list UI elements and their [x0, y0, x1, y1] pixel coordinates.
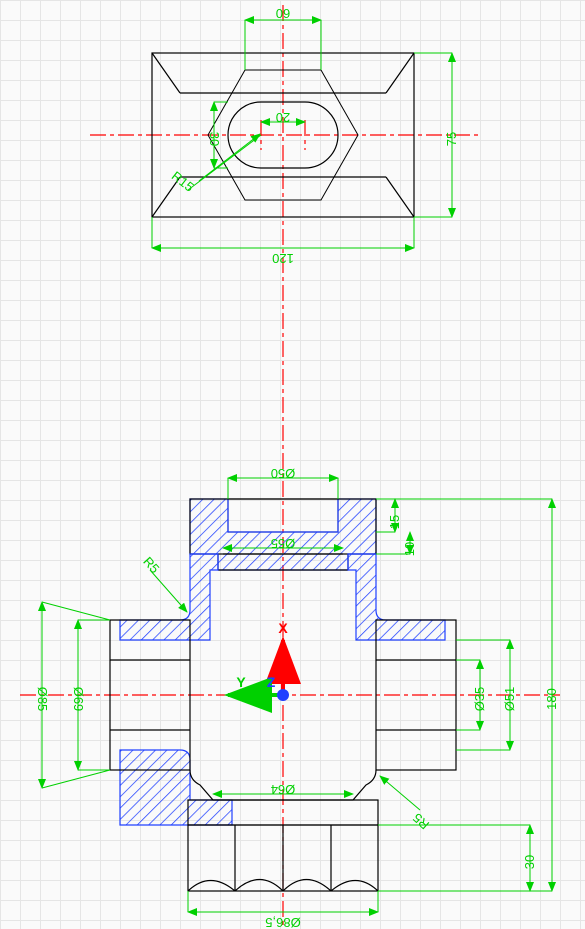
dim-hex-60-label: 60	[276, 6, 290, 21]
dim-dia64-label: Ø64	[271, 782, 296, 797]
dim-r5-a-label: R5	[140, 554, 162, 576]
left-arm	[110, 620, 190, 770]
dim-dia69-label: Ø69	[71, 687, 86, 712]
dim-dia50-label: Ø50	[271, 466, 296, 481]
dim-slot-20-label: 20	[276, 110, 290, 125]
dim-30-label: 30	[522, 855, 537, 869]
ucs-x-label: X	[278, 620, 288, 636]
left-upper-hatch	[120, 554, 218, 640]
top-view: 60 120 75 30 20 R15	[90, 6, 480, 266]
dim-slot-30-label: 30	[207, 132, 222, 146]
dim-15-label: 15	[387, 515, 402, 529]
dim-dia35-label: Ø35	[472, 687, 487, 712]
ucs-y-label: Y	[236, 674, 246, 690]
dim-dia86-label: Ø86,5	[265, 915, 300, 929]
dim-180-label: 180	[544, 688, 559, 710]
ucs-icon: X Y Z	[228, 620, 289, 701]
dim-dia55-label: Ø55	[271, 536, 296, 551]
dim-r5-a	[150, 570, 187, 612]
dim-r5-b	[380, 776, 420, 810]
dim-width-120-label: 120	[272, 251, 294, 266]
dim-height-75-label: 75	[444, 132, 459, 146]
dim-r5-b-label: R5	[410, 810, 432, 832]
section-view: Ø50 Ø55 15 10 R5 R5 Ø85 Ø69 Ø35	[20, 466, 560, 929]
dim-dia85-label: Ø85	[35, 687, 50, 712]
dim-dia51-label: Ø51	[502, 687, 517, 712]
dim-10-label: 10	[402, 542, 417, 556]
right-upper-hatch	[348, 554, 445, 640]
drawing-canvas: 60 120 75 30 20 R15	[0, 0, 585, 929]
ucs-z-label: Z	[267, 674, 276, 690]
dim-r15-label: R15	[169, 168, 197, 195]
ucs-z-origin	[277, 689, 289, 701]
